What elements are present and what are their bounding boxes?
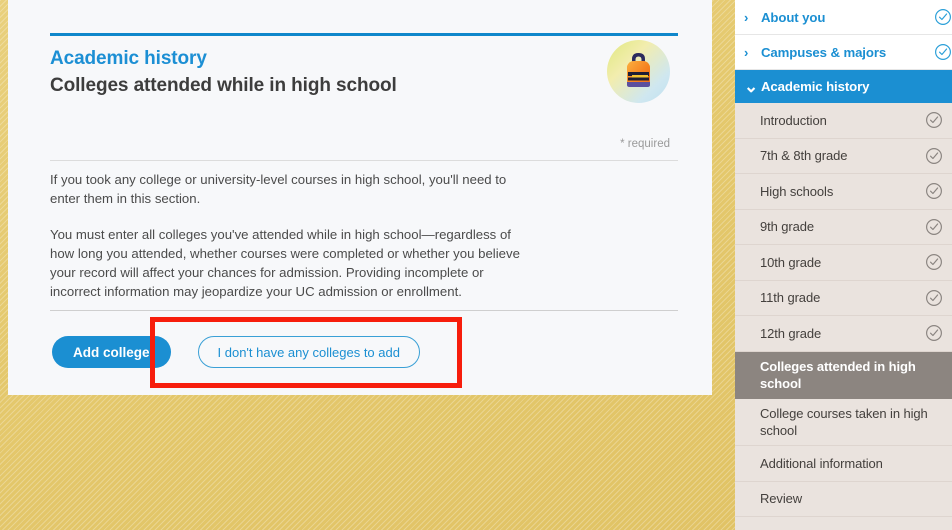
section-eyebrow: Academic history — [50, 48, 207, 69]
completed-check-icon — [926, 325, 942, 342]
sidebar-section-label: Campuses & majors — [761, 44, 887, 60]
backpack-icon — [627, 53, 650, 87]
sidebar-item-9th-grade[interactable]: 9th grade — [735, 209, 952, 245]
title-rule — [50, 33, 678, 36]
sidebar-item-label: Additional information — [760, 455, 883, 471]
page-title: Colleges attended while in high school — [50, 75, 397, 96]
sidebar-item-label: 10th grade — [760, 254, 822, 270]
completed-check-icon — [926, 112, 942, 129]
sidebar-section-label: Academic history — [761, 79, 870, 94]
sidebar-item-7th-8th-grade[interactable]: 7th & 8th grade — [735, 138, 952, 174]
completed-check-icon — [935, 9, 951, 25]
sidebar-item-11th-grade[interactable]: 11th grade — [735, 280, 952, 316]
content-card: Academic history Colleges attended while… — [8, 0, 712, 395]
completed-check-icon — [935, 44, 951, 60]
sidebar-section-about-you[interactable]: › About you — [735, 0, 952, 35]
sidebar-item-10th-grade[interactable]: 10th grade — [735, 245, 952, 281]
paragraph-2: You must enter all colleges you've atten… — [50, 226, 520, 300]
completed-check-icon — [926, 147, 942, 164]
completed-check-icon — [926, 289, 942, 306]
chevron-down-icon: ⌄ — [744, 76, 759, 96]
completed-check-icon — [926, 218, 942, 235]
sidebar-section-campuses-majors[interactable]: › Campuses & majors — [735, 35, 952, 70]
sidebar-item-label: 7th & 8th grade — [760, 148, 848, 164]
sidebar-item-college-courses-taken-in-high-school[interactable]: College courses taken in high school — [735, 398, 952, 447]
sidebar-item-label: Colleges attended in high school — [760, 358, 916, 391]
sidebar-section-label: About you — [761, 9, 826, 25]
sidebar-item-review[interactable]: Review — [735, 481, 952, 518]
sidebar-item-label: 9th grade — [760, 219, 815, 235]
divider-bottom — [50, 310, 678, 311]
divider-top — [50, 160, 678, 161]
completed-check-icon — [926, 254, 942, 271]
sidebar-item-12th-grade[interactable]: 12th grade — [735, 316, 952, 352]
sidebar-item-label: 12th grade — [760, 325, 822, 341]
sidebar-item-label: 11th grade — [760, 290, 821, 306]
sidebar-item-introduction[interactable]: Introduction — [735, 103, 952, 139]
sidebar-section-academic-history[interactable]: ⌄ Academic history — [735, 70, 952, 103]
chevron-right-icon: › — [744, 9, 749, 25]
add-college-button[interactable]: Add college — [52, 336, 171, 368]
sidebar-item-additional-information[interactable]: Additional information — [735, 446, 952, 482]
required-note: * required — [620, 138, 670, 150]
sidebar-navigation: › About you › Campuses & majors ⌄ Academic hi… — [735, 0, 952, 530]
completed-check-icon — [926, 183, 942, 200]
sidebar-item-colleges-attended-in-high-school[interactable]: Colleges attended in high school — [735, 351, 952, 399]
sidebar-item-high-schools[interactable]: High schools — [735, 174, 952, 210]
body-copy: If you took any college or university-le… — [50, 170, 528, 302]
sidebar-item-label: High schools — [760, 183, 834, 199]
paragraph-1: If you took any college or university-le… — [50, 172, 507, 207]
sidebar-item-label: Introduction — [760, 112, 827, 128]
sidebar-item-label: College courses taken in high school — [760, 405, 928, 438]
sidebar-item-label: Review — [760, 491, 803, 507]
backpack-badge — [607, 40, 670, 103]
action-button-row: Add college I don't have any colleges to… — [52, 336, 420, 368]
chevron-right-icon: › — [744, 44, 749, 60]
no-colleges-to-add-button[interactable]: I don't have any colleges to add — [197, 336, 420, 368]
